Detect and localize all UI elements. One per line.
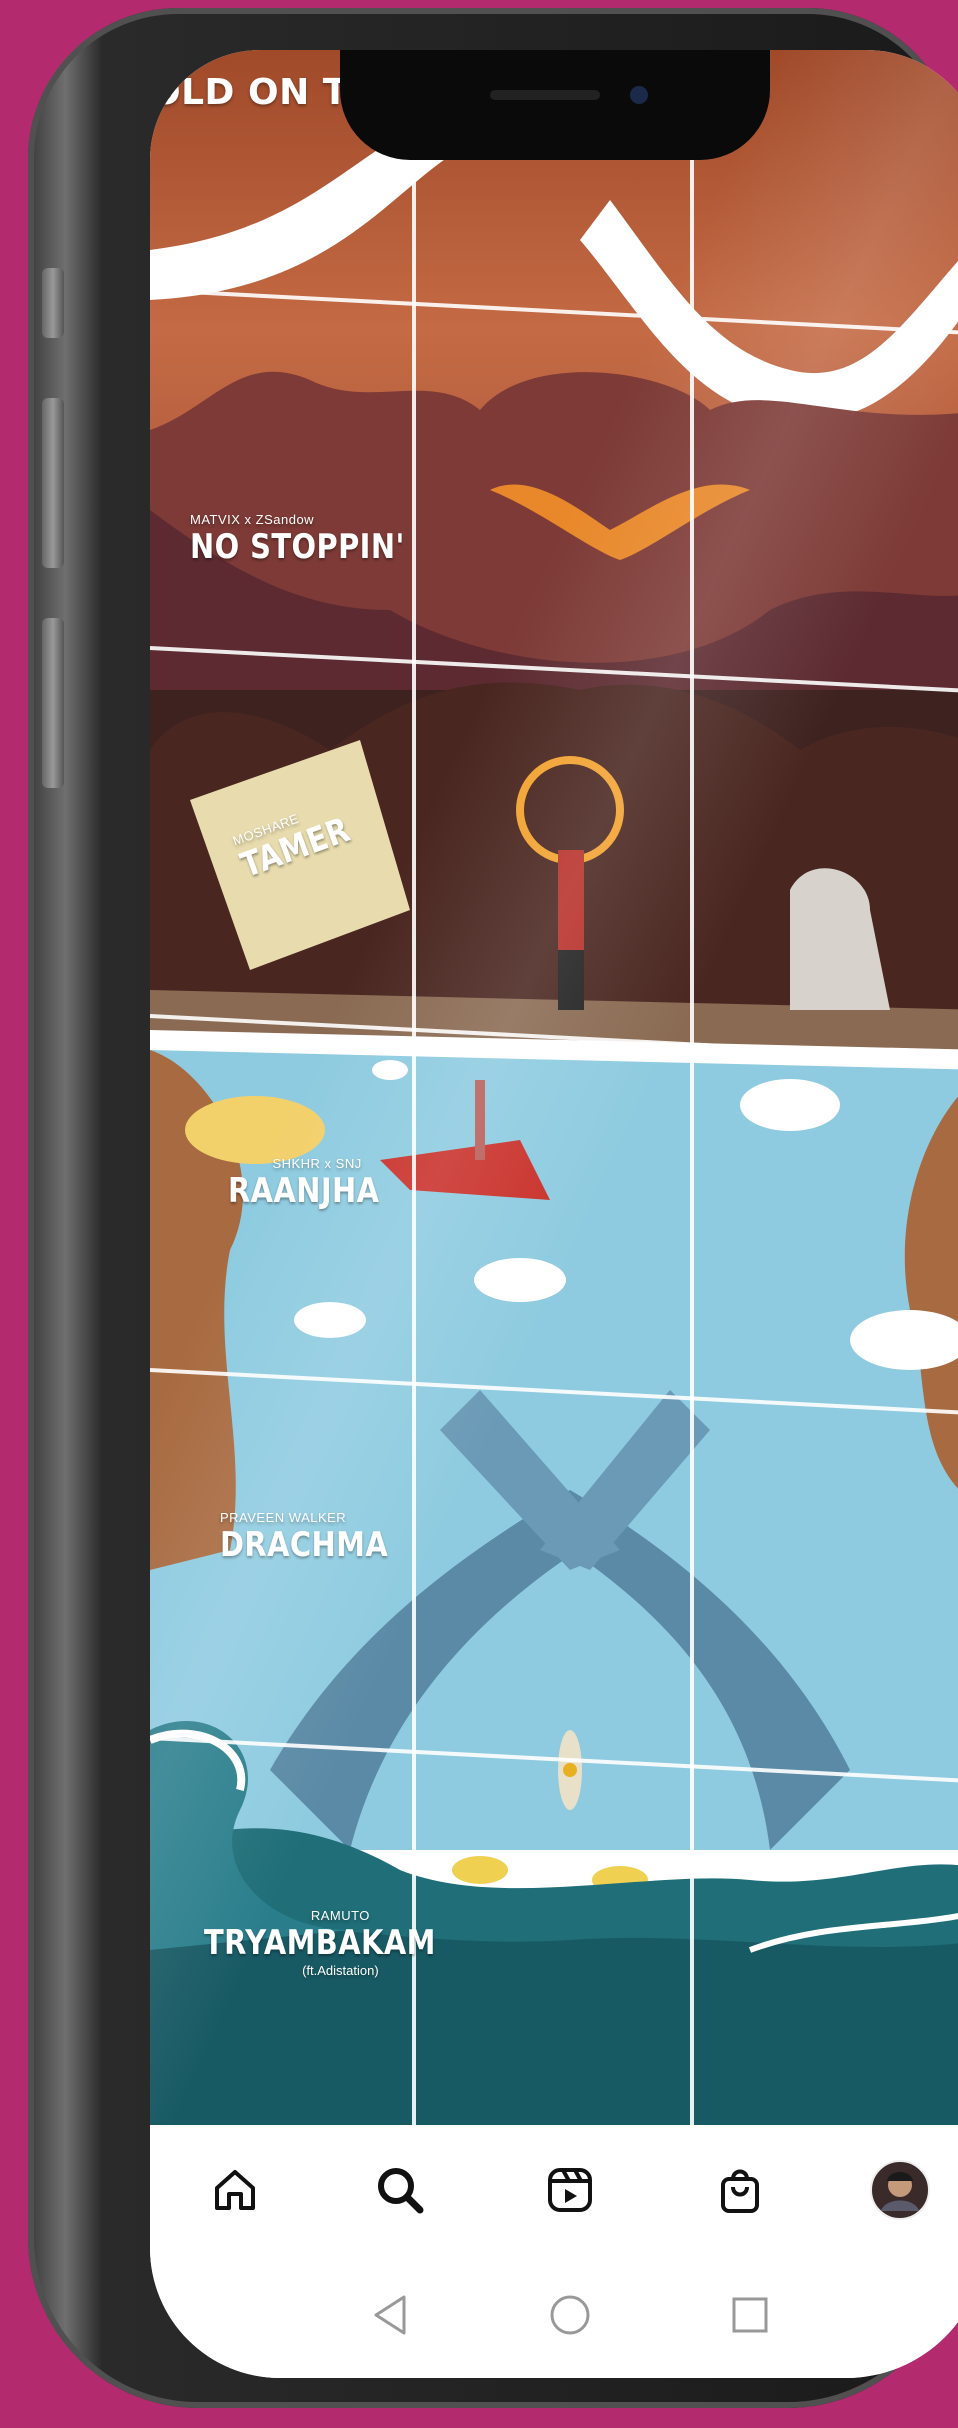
post-tile-tryambakam[interactable]: RAMUTO TRYAMBAKAM (ft.Adistation) xyxy=(204,1908,477,1978)
volume-down-button xyxy=(42,618,64,788)
front-camera xyxy=(630,86,648,104)
square-recents-icon xyxy=(732,2297,768,2333)
nav-home[interactable] xyxy=(200,2155,270,2225)
song-title: DRACHMA xyxy=(220,1525,389,1565)
artist-name: MATVIX x ZSandow xyxy=(190,512,315,527)
post-tile-raanjha[interactable]: SHKHR x SNJ RAANJHA xyxy=(228,1156,406,1211)
reels-icon xyxy=(548,2168,592,2212)
earpiece-speaker xyxy=(490,90,600,100)
song-title: TRYAMBAKAM xyxy=(204,1923,436,1963)
avatar xyxy=(870,2160,930,2220)
system-recents-button[interactable] xyxy=(720,2285,780,2345)
phone-screen: OLD ON TO ME MATVIX x ZSandow NO STOPPIN… xyxy=(150,50,958,2378)
system-back-button[interactable] xyxy=(360,2285,420,2345)
notch xyxy=(340,50,770,160)
nav-profile[interactable] xyxy=(865,2155,935,2225)
grid-divider xyxy=(690,50,694,2125)
triangle-back-icon xyxy=(374,2295,406,2335)
grid-divider xyxy=(412,50,416,2125)
mute-switch xyxy=(42,268,64,338)
song-title: RAANJHA xyxy=(228,1171,380,1211)
song-title: NO STOPPIN' xyxy=(190,527,405,567)
nav-reels[interactable] xyxy=(535,2155,605,2225)
shopping-bag-icon xyxy=(721,2169,759,2213)
post-tile-drachma[interactable]: PRAVEEN WALKER DRACHMA xyxy=(220,1510,418,1565)
nav-search[interactable] xyxy=(365,2155,435,2225)
phone-frame: OLD ON TO ME MATVIX x ZSandow NO STOPPIN… xyxy=(28,8,958,2408)
artist-name: RAMUTO xyxy=(310,1908,370,1923)
artist-name: PRAVEEN WALKER xyxy=(220,1510,347,1525)
volume-up-button xyxy=(42,398,64,568)
home-icon xyxy=(215,2170,255,2210)
system-home-button[interactable] xyxy=(540,2285,600,2345)
grid-artwork xyxy=(150,110,958,2125)
system-navigation-bar xyxy=(150,2255,958,2378)
search-icon xyxy=(378,2168,424,2214)
artist-name: SHKHR x SNJ xyxy=(272,1156,362,1171)
nav-shop[interactable] xyxy=(705,2155,775,2225)
post-tile-no-stoppin[interactable]: MATVIX x ZSandow NO STOPPIN' xyxy=(190,512,443,567)
profile-grid[interactable]: OLD ON TO ME MATVIX x ZSandow NO STOPPIN… xyxy=(150,50,958,2125)
featuring-text: (ft.Adistation) xyxy=(302,1963,379,1978)
bottom-navigation-bar xyxy=(150,2125,958,2255)
circle-home-icon xyxy=(550,2295,590,2335)
